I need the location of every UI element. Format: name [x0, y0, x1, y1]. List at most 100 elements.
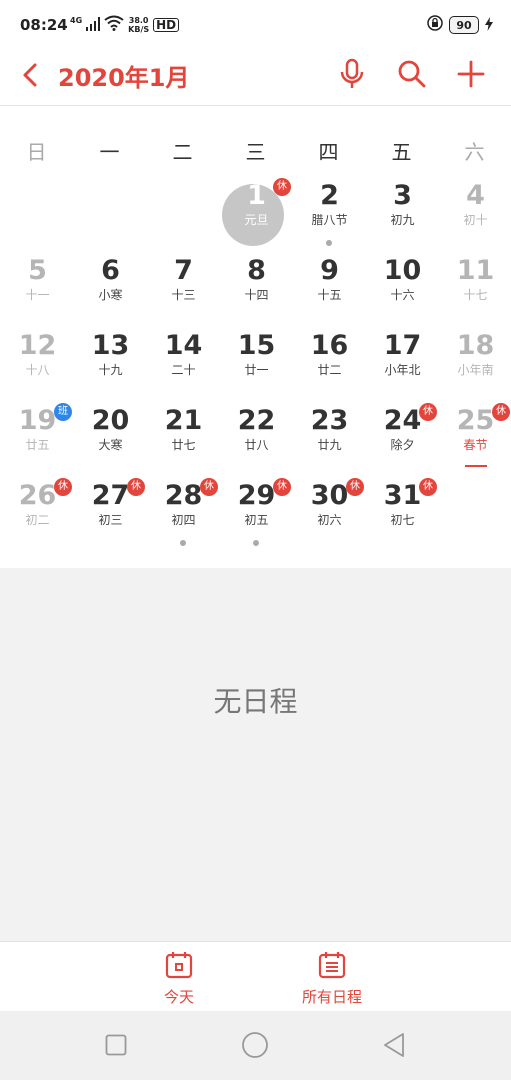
calendar-day[interactable]: 3 初九: [366, 168, 439, 243]
lunar-date: 十八: [25, 363, 50, 377]
day-number: 10: [383, 255, 422, 286]
lunar-date: 十五: [317, 288, 342, 302]
holiday-badge: 休: [346, 478, 364, 496]
calendar-day[interactable]: 5 十一: [1, 243, 74, 318]
lunar-date: 十四: [244, 288, 269, 302]
weekday-label: 三: [245, 140, 266, 164]
network-type: 4G: [70, 16, 83, 25]
day-number: 16: [310, 330, 349, 361]
event-dot: [180, 540, 186, 546]
day-number: 6: [101, 255, 120, 286]
network-speed: 38.0 KB/S: [128, 16, 149, 34]
calendar-day[interactable]: 8 十四: [220, 243, 293, 318]
lunar-date: 春节: [463, 438, 488, 452]
calendar-day[interactable]: 11 十七: [439, 243, 511, 318]
back-button[interactable]: [16, 60, 46, 90]
day-number: 9: [320, 255, 339, 286]
calendar-day[interactable]: 16 廿二: [293, 318, 366, 393]
calendar-day[interactable]: 23 廿九: [293, 393, 366, 468]
speed-value: 38.0: [128, 16, 149, 25]
day-number: 22: [237, 405, 276, 436]
weekday-label: 一: [99, 140, 120, 164]
charging-icon: [485, 16, 493, 35]
lunar-date: 廿二: [317, 363, 342, 377]
status-time: 08:24: [20, 16, 68, 34]
wifi-icon: [104, 15, 124, 35]
lunar-date: 十九: [98, 363, 123, 377]
search-icon: [398, 60, 426, 88]
lunar-date: 初十: [463, 213, 488, 227]
search-button[interactable]: [394, 56, 430, 92]
calendar-day[interactable]: 24 除夕休: [366, 393, 439, 468]
day-number: 5: [28, 255, 47, 286]
calendar-day[interactable]: 18 小年南: [439, 318, 511, 393]
lunar-date: 二十: [171, 363, 196, 377]
calendar-day[interactable]: 22 廿八: [220, 393, 293, 468]
calendar-day[interactable]: 1 元旦休: [220, 168, 293, 246]
holiday-badge: 休: [273, 178, 291, 196]
day-number: 14: [164, 330, 203, 361]
plus-icon: [457, 60, 485, 88]
calendar-day[interactable]: 7 十三: [147, 243, 220, 318]
day-number: 2: [320, 180, 339, 211]
holiday-badge: 休: [419, 478, 437, 496]
calendar-day[interactable]: 15 廿一: [220, 318, 293, 393]
calendar-day[interactable]: 26 初二休: [1, 468, 74, 543]
today-button[interactable]: 今天: [129, 950, 229, 1007]
calendar-day[interactable]: 12 十八: [1, 318, 74, 393]
calendar-day[interactable]: 20 大寒: [74, 393, 147, 468]
add-button[interactable]: [453, 56, 489, 92]
day-number: 21: [164, 405, 203, 436]
voice-button[interactable]: [334, 56, 370, 92]
calendar-day[interactable]: 27 初三休: [74, 468, 147, 543]
weekday-label: 日: [26, 140, 47, 164]
weekday-label: 六: [464, 140, 485, 164]
lunar-date: 小年北: [384, 363, 421, 377]
back-system-button[interactable]: [378, 1029, 410, 1061]
calendar-day[interactable]: 28 初四休: [147, 468, 220, 546]
lunar-date: 初七: [390, 513, 415, 527]
day-number: 7: [174, 255, 193, 286]
home-button[interactable]: [239, 1029, 271, 1061]
status-icons: 4G 38.0 KB/S HD: [70, 14, 180, 36]
microphone-icon: [340, 58, 364, 88]
square-icon: [105, 1034, 127, 1056]
day-number: 23: [310, 405, 349, 436]
calendar-day[interactable]: 4 初十: [439, 168, 511, 243]
lunar-date: 初二: [25, 513, 50, 527]
calendar-day[interactable]: 25 春节休: [439, 393, 511, 468]
month-title[interactable]: 2020年1月: [58, 58, 190, 93]
all-schedules-button[interactable]: 所有日程: [282, 950, 382, 1007]
calendar-day[interactable]: 30 初六休: [293, 468, 366, 543]
lunar-date: 十一: [25, 288, 50, 302]
calendar-day[interactable]: 31 初七休: [366, 468, 439, 543]
day-number: 8: [247, 255, 266, 286]
weekday-header: 日一二三四五六: [0, 130, 511, 166]
calendar-day[interactable]: 6 小寒: [74, 243, 147, 318]
chevron-left-icon: [23, 63, 37, 87]
calendar-day[interactable]: 29 初五休: [220, 468, 293, 546]
event-dot: [253, 540, 259, 546]
recent-apps-button[interactable]: [100, 1029, 132, 1061]
status-right: 90: [427, 15, 493, 35]
battery-icon: 90: [449, 16, 479, 34]
system-nav-bar: [0, 1011, 511, 1080]
lunar-date: 十六: [390, 288, 415, 302]
calendar-day[interactable]: 9 十五: [293, 243, 366, 318]
calendar-day[interactable]: 21 廿七: [147, 393, 220, 468]
holiday-badge: 休: [492, 403, 510, 421]
day-number: 20: [91, 405, 130, 436]
calendar-day[interactable]: 17 小年北: [366, 318, 439, 393]
calendar-day[interactable]: 14 二十: [147, 318, 220, 393]
lunar-date: 腊八节: [311, 213, 348, 227]
calendar-day[interactable]: 2 腊八节: [293, 168, 366, 246]
calendar-day[interactable]: 13 十九: [74, 318, 147, 393]
calendar-day[interactable]: 19 廿五班: [1, 393, 74, 468]
lunar-date: 元旦: [244, 213, 269, 227]
calendar-today-icon: [165, 952, 193, 979]
empty-schedule-text: 无日程: [213, 685, 298, 718]
calendar-list-icon: [318, 952, 346, 979]
circle-icon: [242, 1032, 268, 1058]
calendar-day[interactable]: 10 十六: [366, 243, 439, 318]
all-schedules-label: 所有日程: [301, 988, 362, 1006]
